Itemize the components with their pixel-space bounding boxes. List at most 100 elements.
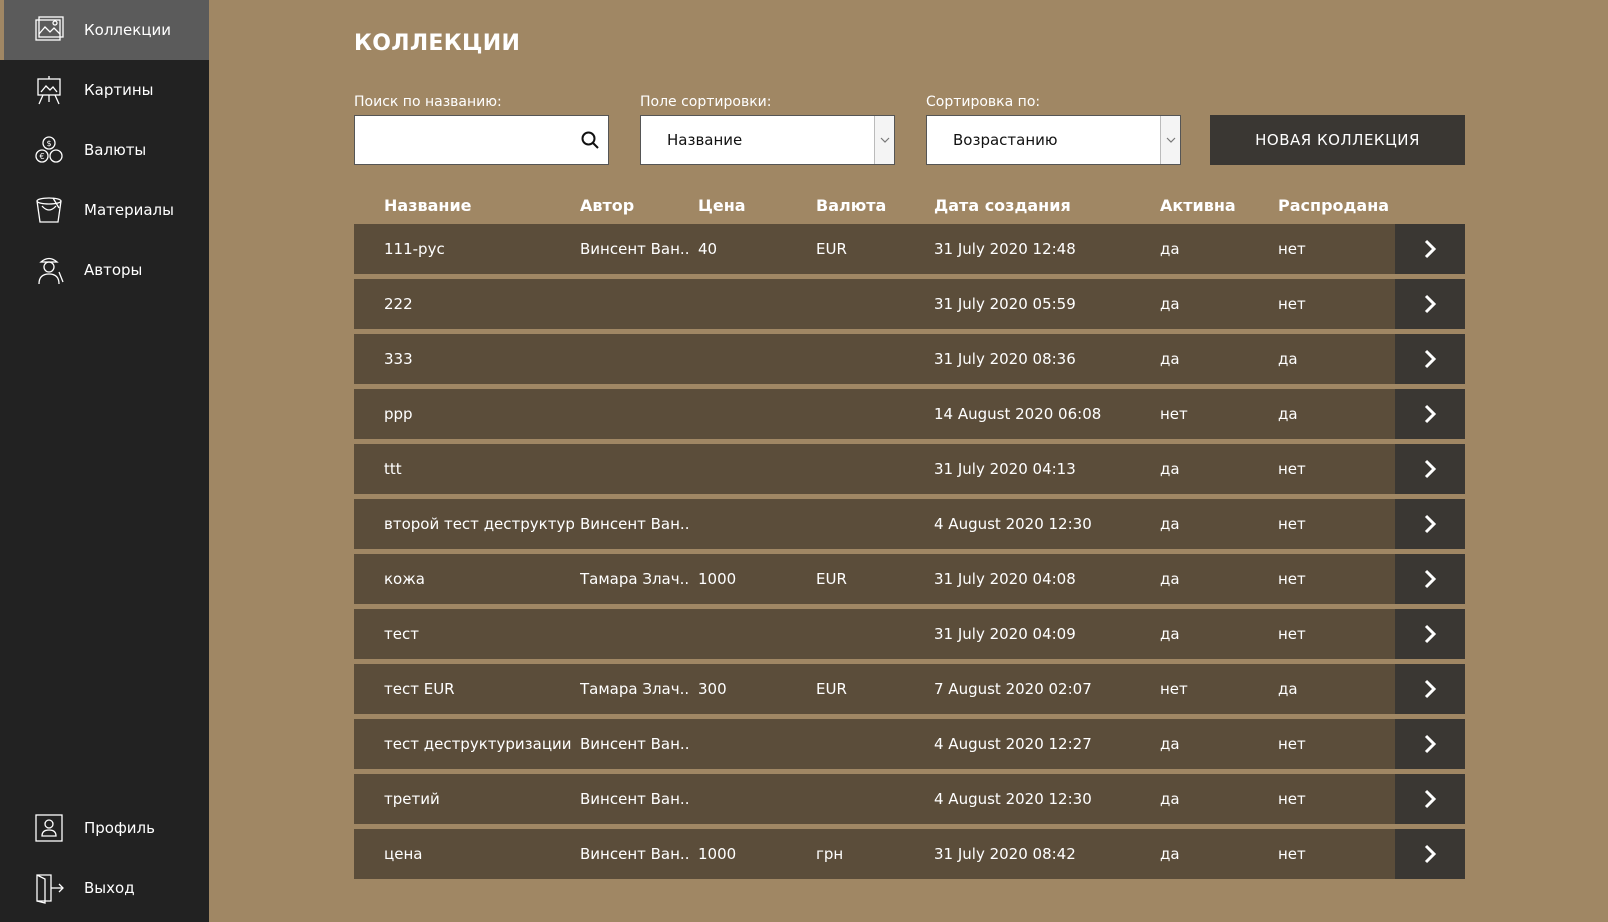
chevron-right-icon (1424, 624, 1437, 644)
table-row[interactable]: ttt 31 July 2020 04:13 да нет (354, 444, 1465, 494)
search-label: Поиск по названию: (354, 94, 502, 110)
chevron-right-icon (1424, 789, 1437, 809)
cell-active: да (1160, 460, 1180, 478)
table-row[interactable]: второй тест деструктур... Винсент Ван... 4… (354, 499, 1465, 549)
chevron-right-icon (1424, 514, 1437, 534)
cell-sold: нет (1278, 735, 1306, 753)
cell-name: 222 (384, 295, 413, 313)
new-collection-button[interactable]: НОВАЯ КОЛЛЕКЦИЯ (1210, 115, 1465, 165)
table-row[interactable]: третий Винсент Ван... 4 August 2020 12:30 д… (354, 774, 1465, 824)
sort-field-select[interactable]: Название (640, 115, 895, 165)
sidebar-item-collections[interactable]: Коллекции (0, 0, 209, 60)
open-row-button[interactable] (1395, 554, 1465, 604)
chevron-right-icon (1424, 239, 1437, 259)
cell-active: нет (1160, 680, 1188, 698)
cell-created: 31 July 2020 05:59 (934, 295, 1076, 313)
table-row[interactable]: 333 31 July 2020 08:36 да да (354, 334, 1465, 384)
cell-author: Винсент Ван... (580, 240, 690, 258)
sidebar-item-label: Картины (84, 81, 154, 99)
table-row[interactable]: цена Винсент Ван... 1000 грн 31 July 2020 08… (354, 829, 1465, 879)
cell-currency: грн (816, 845, 844, 863)
user-icon (35, 814, 63, 842)
cell-currency (816, 279, 926, 329)
page-title: КОЛЛЕКЦИИ (354, 31, 521, 56)
cell-author (580, 389, 690, 439)
sort-order-select[interactable]: Возрастанию (926, 115, 1181, 165)
cell-name: ttt (384, 460, 402, 478)
cell-sold: нет (1278, 460, 1306, 478)
cell-price (698, 774, 808, 824)
cell-price (698, 334, 808, 384)
artist-icon (38, 257, 64, 285)
cell-created: 31 July 2020 08:42 (934, 845, 1076, 863)
open-row-button[interactable] (1395, 279, 1465, 329)
table-row[interactable]: 111-рус Винсент Ван... 40 EUR 31 July 2020 1… (354, 224, 1465, 274)
open-row-button[interactable] (1395, 664, 1465, 714)
sidebar-item-label: Авторы (84, 261, 143, 279)
cell-active: да (1160, 845, 1180, 863)
cell-created: 4 August 2020 12:30 (934, 515, 1092, 533)
column-header-created[interactable]: Дата создания (934, 196, 1071, 215)
column-header-active[interactable]: Активна (1160, 196, 1236, 215)
sidebar-item-profile[interactable]: Профиль (0, 798, 209, 858)
column-header-name[interactable]: Название (384, 196, 472, 215)
sidebar-item-materials[interactable]: Материалы (0, 180, 209, 240)
table-row[interactable]: тест EUR Тамара Злач... 300 EUR 7 August 202… (354, 664, 1465, 714)
open-row-button[interactable] (1395, 389, 1465, 439)
cell-currency (816, 334, 926, 384)
cell-sold: да (1278, 680, 1298, 698)
table-row[interactable]: ppp 14 August 2020 06:08 нет да (354, 389, 1465, 439)
cell-author: Винсент Ван... (580, 845, 690, 863)
open-row-button[interactable] (1395, 829, 1465, 879)
cell-active: да (1160, 790, 1180, 808)
cell-created: 14 August 2020 06:08 (934, 405, 1102, 423)
table-row[interactable]: кожа Тамара Злач... 1000 EUR 31 July 2020 04… (354, 554, 1465, 604)
cell-created: 4 August 2020 12:30 (934, 790, 1092, 808)
chevron-right-icon (1424, 294, 1437, 314)
search-icon[interactable] (580, 130, 600, 150)
sidebar-item-label: Выход (84, 879, 135, 897)
sidebar-item-authors[interactable]: Авторы (0, 240, 209, 300)
table-row[interactable]: 222 31 July 2020 05:59 да нет (354, 279, 1465, 329)
cell-active: нет (1160, 405, 1188, 423)
cell-price: 1000 (698, 845, 737, 863)
table-row[interactable]: тест 31 July 2020 04:09 да нет (354, 609, 1465, 659)
cell-sold: да (1278, 405, 1298, 423)
sidebar-item-logout[interactable]: Выход (0, 858, 209, 918)
cell-name: тест EUR (384, 680, 455, 698)
cell-active: да (1160, 295, 1180, 313)
column-header-price[interactable]: Цена (698, 196, 746, 215)
open-row-button[interactable] (1395, 774, 1465, 824)
open-row-button[interactable] (1395, 609, 1465, 659)
column-header-author[interactable]: Автор (580, 196, 634, 215)
cell-sold: нет (1278, 845, 1306, 863)
sidebar-item-currencies[interactable]: $ € Валюты (0, 120, 209, 180)
coins-icon: $ € (35, 136, 63, 163)
cell-sold: нет (1278, 240, 1306, 258)
cell-price (698, 609, 808, 659)
cell-sold: нет (1278, 570, 1306, 588)
open-row-button[interactable] (1395, 334, 1465, 384)
cell-currency (816, 499, 926, 549)
column-header-currency[interactable]: Валюта (816, 196, 886, 215)
cell-active: да (1160, 515, 1180, 533)
cell-name: кожа (384, 570, 425, 588)
cell-currency (816, 389, 926, 439)
open-row-button[interactable] (1395, 499, 1465, 549)
cell-created: 31 July 2020 08:36 (934, 350, 1076, 368)
cell-currency: EUR (816, 240, 847, 258)
cell-sold: нет (1278, 790, 1306, 808)
sort-order-label: Сортировка по: (926, 94, 1041, 110)
column-header-sold[interactable]: Распродана (1278, 196, 1389, 215)
cell-price (698, 499, 808, 549)
open-row-button[interactable] (1395, 719, 1465, 769)
search-input[interactable] (355, 116, 608, 164)
cell-name: третий (384, 790, 440, 808)
chevron-down-icon (874, 116, 894, 164)
cell-price (698, 389, 808, 439)
sidebar-item-paintings[interactable]: Картины (0, 60, 209, 120)
open-row-button[interactable] (1395, 224, 1465, 274)
table-row[interactable]: тест деструктуризации Винсент Ван... 4 Aug… (354, 719, 1465, 769)
open-row-button[interactable] (1395, 444, 1465, 494)
cell-sold: нет (1278, 625, 1306, 643)
